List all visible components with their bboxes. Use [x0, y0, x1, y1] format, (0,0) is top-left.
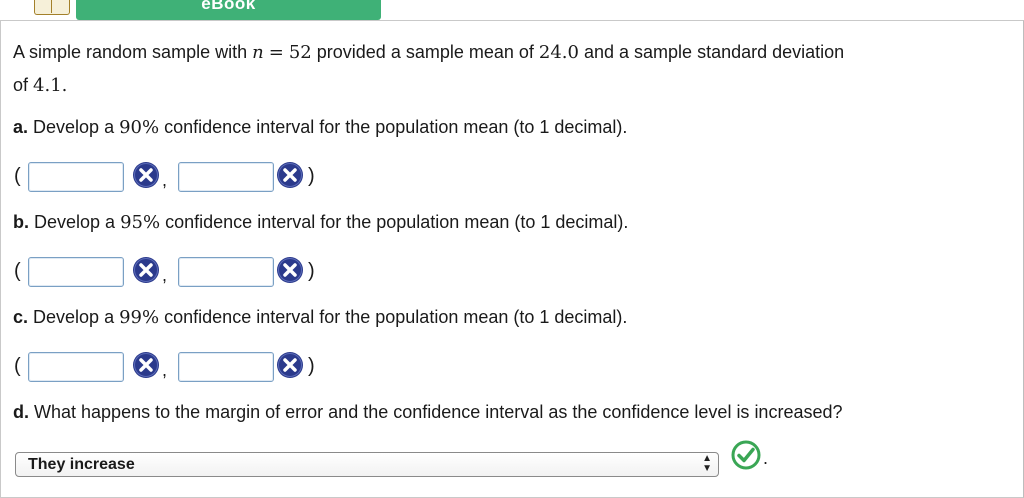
- ebook-button[interactable]: eBook: [76, 0, 381, 20]
- book-icon: [34, 0, 70, 15]
- question-c: c. Develop a 99% confidence interval for…: [13, 307, 628, 328]
- trailing-period: .: [763, 448, 769, 468]
- correct-check-icon: [731, 440, 761, 470]
- question-b: b. Develop a 95% confidence interval for…: [13, 212, 629, 233]
- comma: ,: [162, 360, 168, 380]
- answer-d-dropdown[interactable]: They increase ▲ ▼: [15, 452, 719, 477]
- incorrect-icon: [277, 352, 303, 378]
- c-lower-input[interactable]: [28, 352, 124, 382]
- b-lower-input[interactable]: [28, 257, 124, 287]
- close-paren: ): [308, 355, 315, 377]
- incorrect-icon: [277, 257, 303, 283]
- close-paren: ): [308, 165, 315, 187]
- dropdown-selected-value: They increase: [28, 456, 135, 473]
- question-d: d. What happens to the margin of error a…: [13, 402, 843, 422]
- a-upper-input[interactable]: [178, 162, 274, 192]
- c-upper-input[interactable]: [178, 352, 274, 382]
- problem-statement: A simple random sample with n = 52 provi…: [13, 42, 845, 63]
- b-upper-input[interactable]: [178, 257, 274, 287]
- dropdown-arrows-icon: ▲ ▼: [702, 453, 712, 474]
- open-paren: (: [14, 260, 21, 282]
- problem-statement-cont: of 4.1.: [13, 75, 68, 96]
- comma: ,: [162, 265, 168, 285]
- incorrect-icon: [133, 162, 159, 188]
- comma: ,: [162, 170, 168, 190]
- question-a: a. Develop a 90% confidence interval for…: [13, 117, 628, 138]
- incorrect-icon: [133, 257, 159, 283]
- open-paren: (: [14, 165, 21, 187]
- a-lower-input[interactable]: [28, 162, 124, 192]
- incorrect-icon: [277, 162, 303, 188]
- close-paren: ): [308, 260, 315, 282]
- incorrect-icon: [133, 352, 159, 378]
- open-paren: (: [14, 355, 21, 377]
